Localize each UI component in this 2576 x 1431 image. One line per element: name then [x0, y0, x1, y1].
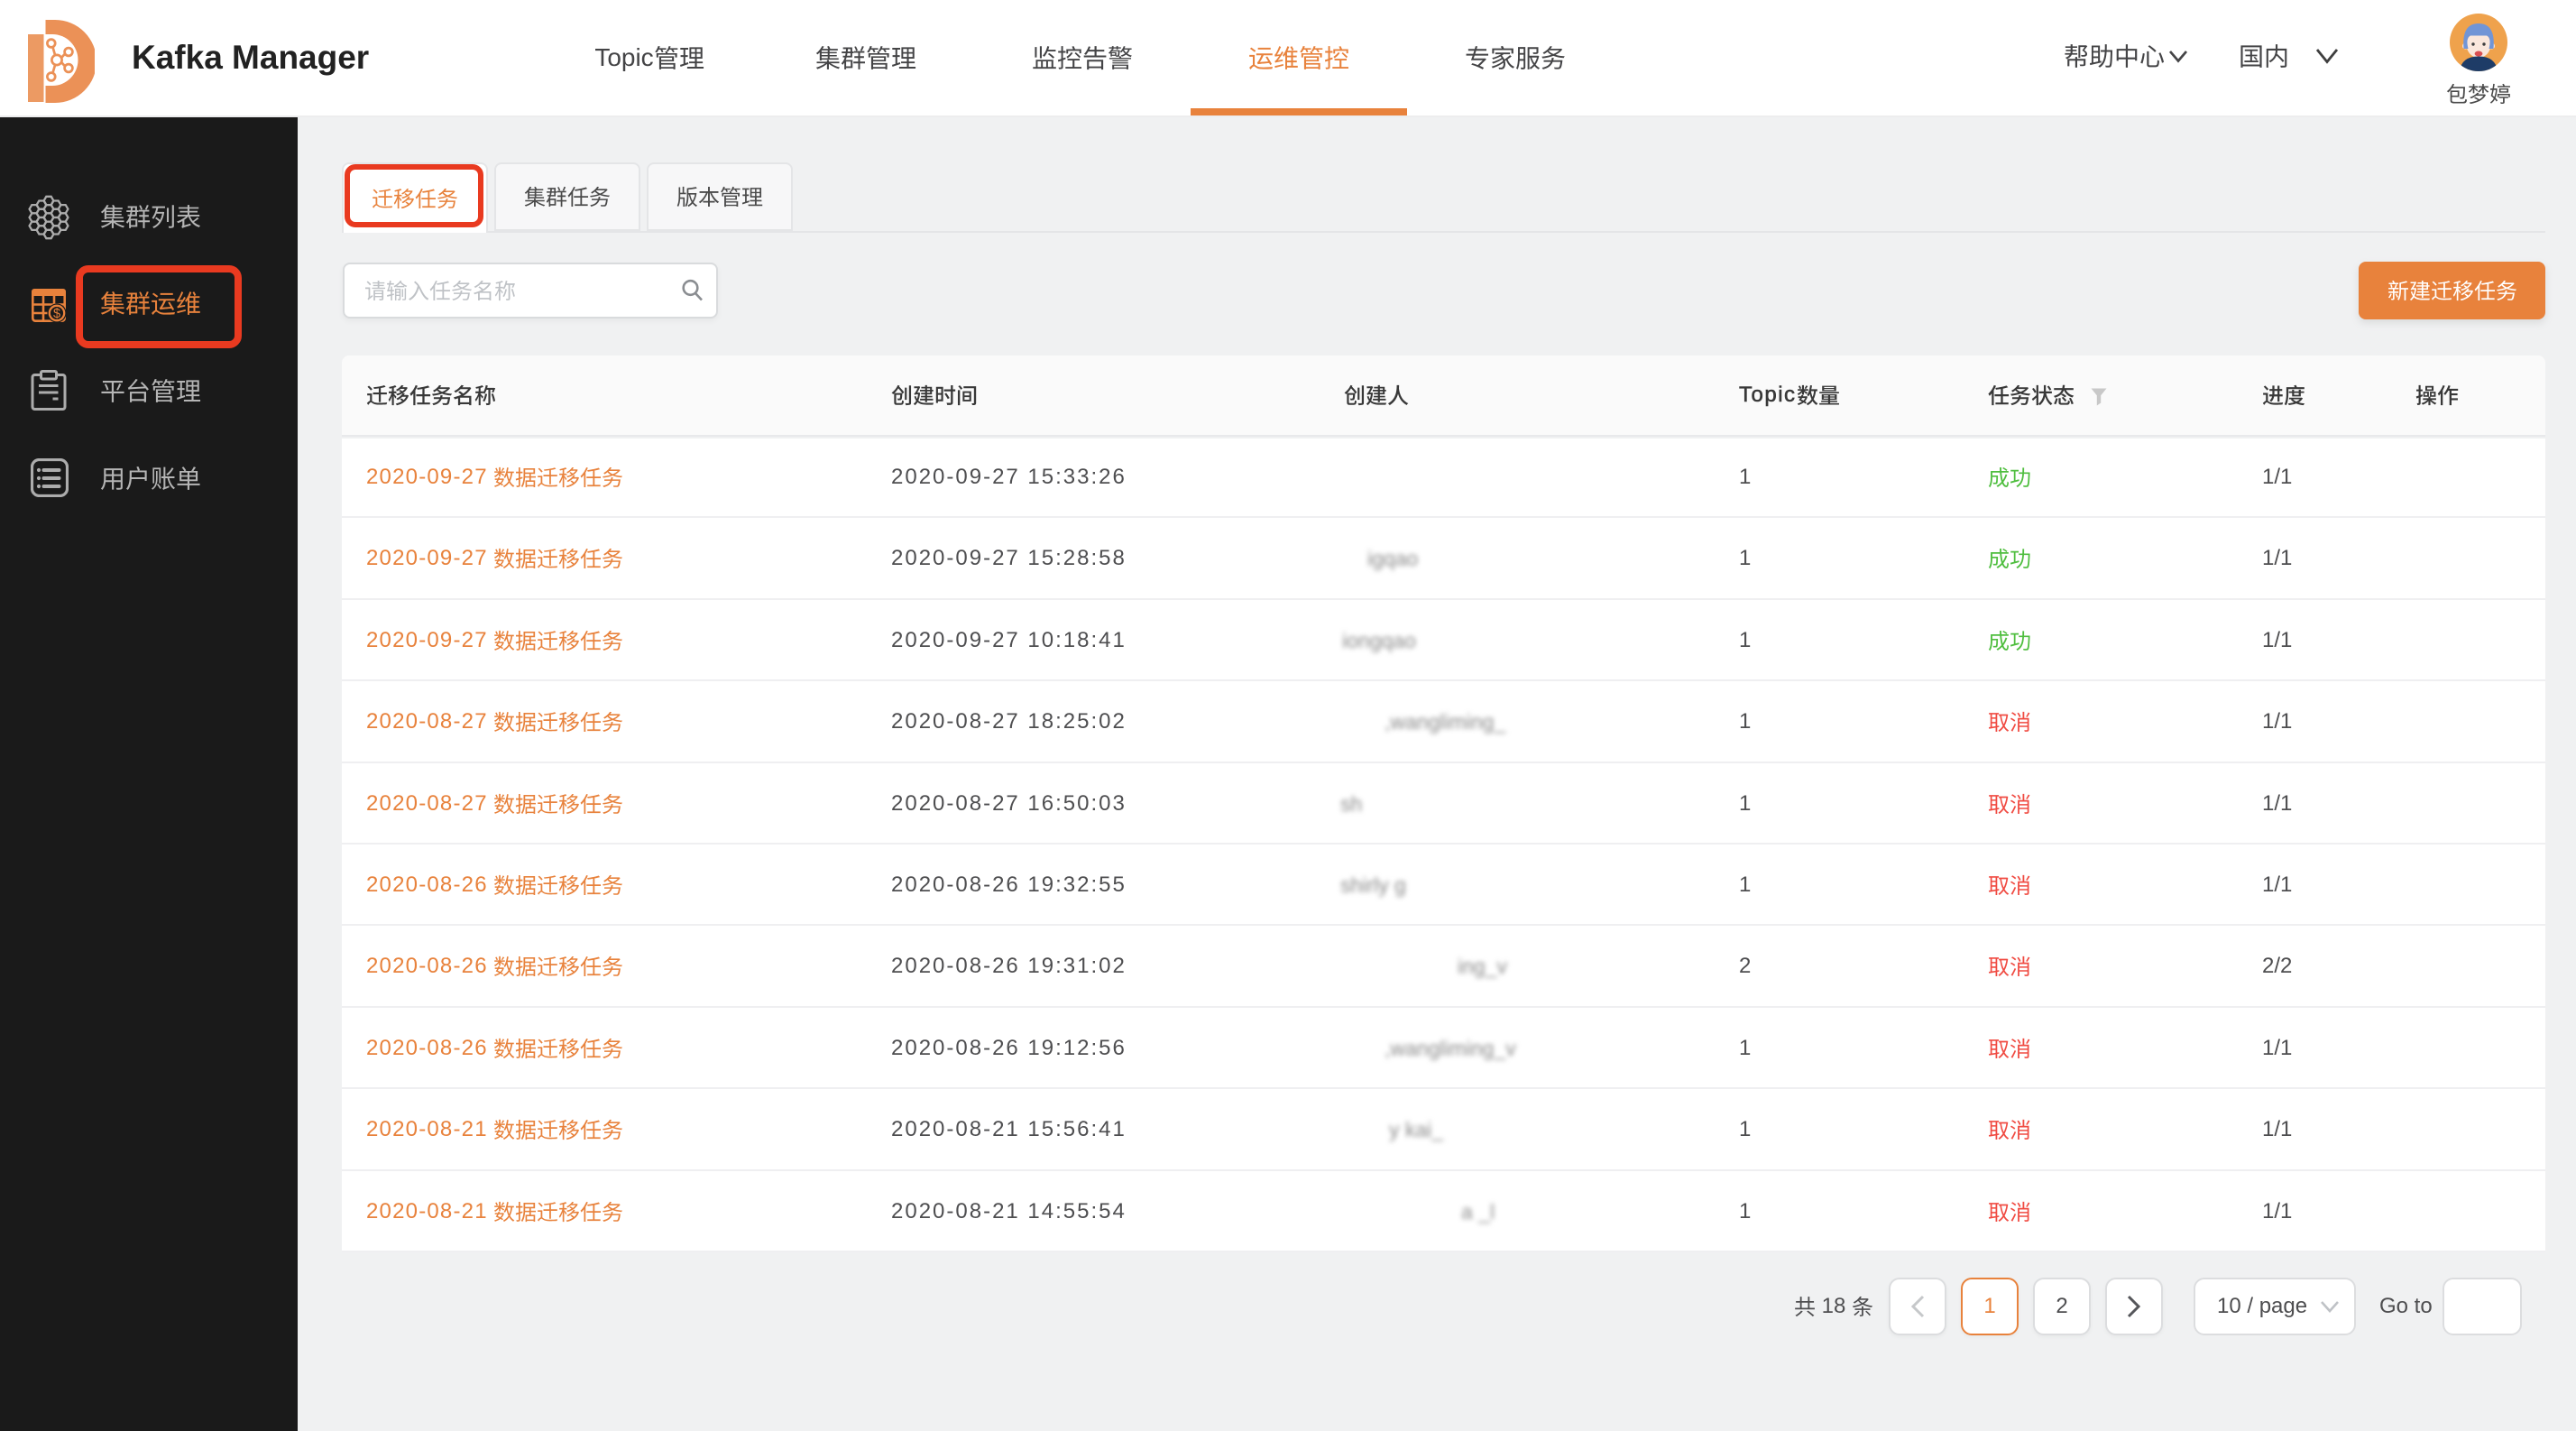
svg-text:$: $: [53, 307, 60, 321]
